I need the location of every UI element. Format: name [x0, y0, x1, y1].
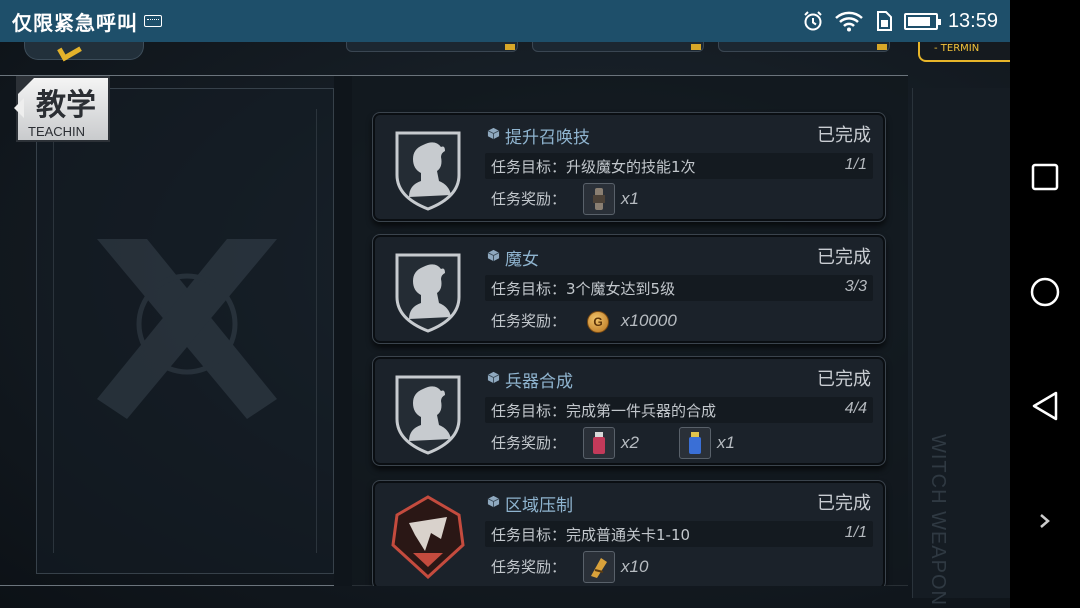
- cube-icon: [487, 127, 500, 140]
- mission-title: 魔女: [505, 250, 539, 270]
- mission-card[interactable]: 兵器合成 已完成任务目标：完成第一件兵器的合成 4/4 任务奖励： x2 x1: [372, 356, 886, 466]
- witch-silhouette-icon: [391, 249, 465, 333]
- home-button[interactable]: [1025, 272, 1065, 312]
- top-resource-1[interactable]: [346, 42, 518, 52]
- mission-progress: 1/1: [844, 156, 867, 173]
- cube-icon: [487, 495, 500, 508]
- back-button[interactable]: [24, 42, 144, 60]
- mission-progress: 1/1: [844, 524, 867, 541]
- mission-header: 区域压制 已完成: [485, 489, 875, 516]
- gold-coin-icon: G: [587, 311, 609, 333]
- status-icons: 13:59: [802, 0, 998, 42]
- witch-silhouette-icon: [391, 371, 465, 455]
- goal-text: 完成第一件兵器的合成: [566, 402, 717, 420]
- reward-label: 任务奖励：: [491, 434, 567, 452]
- stamina-item-icon: [583, 551, 615, 583]
- alarm-icon: [804, 11, 822, 31]
- expand-button[interactable]: [1025, 501, 1065, 541]
- reward-label: 任务奖励：: [491, 190, 567, 208]
- reward-label: 任务奖励：: [491, 558, 567, 576]
- mission-status: 已完成: [817, 493, 871, 514]
- navigation-bar: [1010, 0, 1080, 608]
- reward-quantity: x1: [717, 433, 735, 452]
- mission-card[interactable]: 魔女 已完成任务目标：3个魔女达到5级 3/3 任务奖励： Gx10000: [372, 234, 886, 344]
- teaching-label-en: TEACHIN: [28, 124, 86, 139]
- clock: 13:59: [947, 9, 998, 32]
- witch-weapon-watermark: WITCH WEAPON: [927, 434, 949, 606]
- goal-label: 任务目标：: [491, 402, 567, 420]
- game-screen: - TERMIN 提升召唤技 已完成 任务目标：升级魔女的技能1次 1/1 任务奖励： x…: [0, 42, 1010, 608]
- goal-text: 升级魔女的技能1次: [566, 158, 696, 176]
- mission-header: 魔女 已完成: [485, 243, 875, 270]
- reward-quantity: x2: [621, 433, 639, 452]
- mission-goal-row: 任务目标：完成第一件兵器的合成 4/4: [485, 397, 873, 423]
- goal-label: 任务目标：: [491, 280, 567, 298]
- red-exp-potion-icon: [583, 427, 615, 459]
- mission-status: 已完成: [817, 125, 871, 146]
- cube-icon: [487, 249, 500, 262]
- reward-quantity: x10: [621, 557, 649, 576]
- aegis-crossed-hammers-icon: [97, 239, 277, 419]
- back-nav-button[interactable]: [1025, 386, 1065, 426]
- blue-exp-potion-icon: [679, 427, 711, 459]
- terminal-button[interactable]: - TERMIN: [918, 42, 1010, 62]
- recents-button[interactable]: [1025, 157, 1065, 197]
- goal-text: 3个魔女达到5级: [566, 280, 676, 298]
- carrier-text: 仅限紧急呼叫: [12, 10, 138, 35]
- reward-quantity: x1: [621, 189, 639, 208]
- status-bar: 仅限紧急呼叫 13:59: [0, 0, 1010, 42]
- mission-status: 已完成: [817, 369, 871, 390]
- mission-header: 兵器合成 已完成: [485, 365, 875, 392]
- mission-progress: 3/3: [844, 278, 867, 295]
- mission-goal-row: 任务目标：完成普通关卡1-10 1/1: [485, 521, 873, 547]
- mission-title: 区域压制: [505, 496, 573, 516]
- goal-text: 完成普通关卡1-10: [566, 526, 691, 544]
- cube-icon: [487, 371, 500, 384]
- chevron-right-icon: [1040, 513, 1050, 528]
- mission-title: 兵器合成: [505, 372, 573, 392]
- mission-status: 已完成: [817, 247, 871, 268]
- mission-goal: 任务目标：升级魔女的技能1次: [491, 156, 696, 177]
- mission-goal: 任务目标：完成第一件兵器的合成: [491, 400, 716, 421]
- mission-goal: 任务目标：完成普通关卡1-10: [491, 524, 690, 545]
- wifi-icon: [835, 11, 863, 32]
- keyboard-icon: [144, 15, 162, 27]
- mission-header: 提升召唤技 已完成: [485, 121, 875, 148]
- red-masked-emblem-icon: [391, 495, 465, 580]
- sim-icon: [876, 11, 892, 31]
- battery-icon: [903, 12, 941, 30]
- skill-scroll-icon: [583, 183, 615, 215]
- goal-label: 任务目标：: [491, 158, 567, 176]
- mission-list[interactable]: 提升召唤技 已完成 任务目标：升级魔女的技能1次 1/1 任务奖励： x1 魔女 已完成 任务目…: [352, 76, 908, 586]
- mission-goal-row: 任务目标：升级魔女的技能1次 1/1: [485, 153, 873, 179]
- reward-quantity: x10000: [621, 311, 677, 330]
- mission-card[interactable]: 区域压制 已完成任务目标：完成普通关卡1-10 1/1 任务奖励： x10: [372, 480, 886, 586]
- reward-label: 任务奖励：: [491, 312, 567, 330]
- mission-goal: 任务目标：3个魔女达到5级: [491, 278, 675, 299]
- mission-card[interactable]: 提升召唤技 已完成任务目标：升级魔女的技能1次 1/1 任务奖励： x1: [372, 112, 886, 222]
- circle-icon: [1030, 277, 1060, 306]
- teaching-label: 教学: [36, 88, 96, 123]
- panel-gap: [334, 76, 352, 586]
- mission-goal-row: 任务目标：3个魔女达到5级 3/3: [485, 275, 873, 301]
- top-strip: - TERMIN: [0, 42, 1010, 76]
- top-resource-2[interactable]: [532, 42, 704, 52]
- mission-title: 提升召唤技: [505, 128, 590, 148]
- teaching-tab[interactable]: 教学 TEACHIN: [14, 76, 110, 142]
- square-icon: [1031, 164, 1059, 191]
- goal-label: 任务目标：: [491, 526, 567, 544]
- top-resource-3[interactable]: [718, 42, 890, 52]
- left-decor-panel: [36, 88, 334, 574]
- triangle-back-icon: [1032, 392, 1058, 421]
- witch-silhouette-icon: [391, 127, 465, 211]
- mission-progress: 4/4: [844, 400, 867, 417]
